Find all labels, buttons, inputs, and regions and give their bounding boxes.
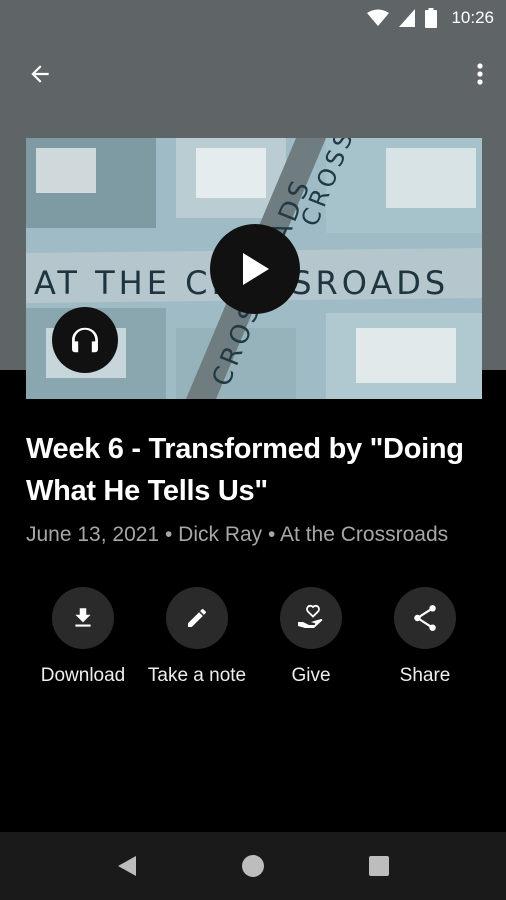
wifi-icon — [367, 9, 390, 26]
more-vert-icon — [477, 63, 483, 85]
cell-signal-icon — [399, 9, 416, 27]
sermon-title: Week 6 - Transformed by "Doing What He T… — [26, 433, 464, 507]
give-circle — [280, 587, 342, 649]
share-button[interactable]: Share — [355, 587, 495, 687]
take-note-label: Take a note — [147, 665, 247, 686]
meta-separator: • — [159, 523, 179, 546]
nav-back-button[interactable] — [97, 832, 157, 900]
download-icon — [75, 608, 91, 627]
pencil-icon — [188, 608, 207, 627]
app-bar — [0, 40, 506, 106]
sermon-date: June 13, 2021 — [26, 523, 160, 546]
sermon-meta: June 13, 2021 • Dick Ray • At the Crossr… — [26, 523, 448, 547]
sermon-speaker[interactable]: Dick Ray — [178, 523, 262, 546]
nav-recents-button[interactable] — [349, 832, 409, 900]
battery-icon — [425, 8, 438, 28]
share-circle — [394, 587, 456, 649]
status-bar: 10:26 — [0, 0, 506, 36]
arrow-left-icon — [31, 65, 49, 83]
give-label: Give — [291, 665, 331, 686]
download-label: Download — [40, 665, 126, 686]
more-options-button[interactable] — [468, 54, 492, 94]
give-heart-hand-icon — [298, 604, 323, 628]
nav-home-icon — [242, 855, 264, 877]
status-time: 10:26 — [451, 8, 494, 27]
action-row: Download Take a note Give Share — [0, 587, 506, 697]
system-nav-bar — [0, 832, 506, 900]
share-label: Share — [399, 665, 451, 686]
nav-recents-icon — [369, 856, 389, 876]
play-button[interactable] — [210, 224, 300, 314]
nav-back-icon — [118, 856, 136, 876]
take-note-circle — [166, 587, 228, 649]
back-button[interactable] — [20, 54, 60, 94]
meta-separator: • — [262, 523, 281, 546]
sermon-series-link[interactable]: At the Crossroads — [280, 523, 448, 546]
download-circle — [52, 587, 114, 649]
sermon-artwork[interactable]: CROSSROADS CROSSROADS AT THE CROSSROADS — [26, 138, 482, 399]
headphones-icon — [72, 327, 98, 353]
share-icon — [414, 605, 436, 631]
listen-audio-button[interactable] — [52, 307, 118, 373]
play-icon — [243, 253, 269, 285]
nav-home-button[interactable] — [223, 832, 283, 900]
